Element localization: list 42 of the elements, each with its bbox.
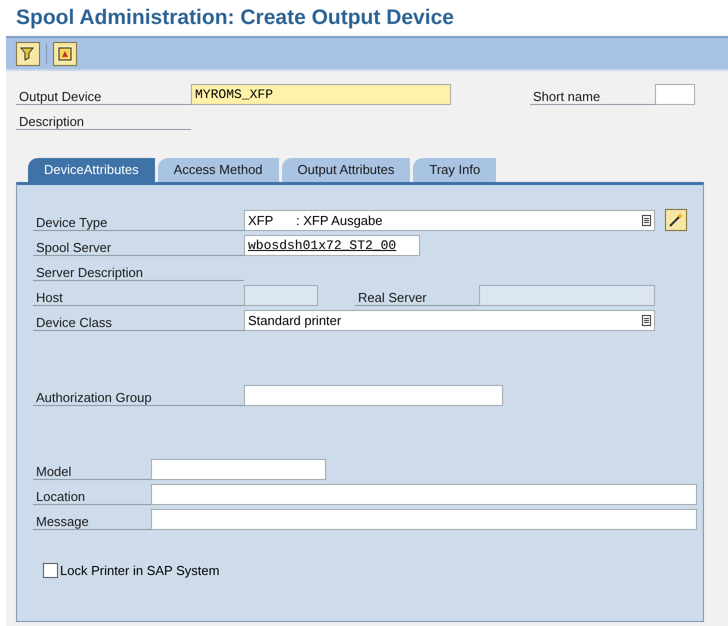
- filter-button[interactable]: [16, 42, 40, 66]
- field-label: Description: [19, 115, 84, 128]
- checkbox[interactable]: [43, 563, 58, 578]
- input-field[interactable]: Standard printer: [244, 310, 655, 331]
- field-value: Standard printer: [248, 312, 342, 330]
- field-label: Server Description: [36, 266, 143, 279]
- funnel-icon: [20, 46, 36, 62]
- list-icon[interactable]: [642, 315, 651, 326]
- magic-wand-icon: [668, 212, 684, 228]
- input-field[interactable]: MYROMS_XFP: [191, 84, 451, 105]
- input-field[interactable]: wbosdsh01x72_ST2_00: [244, 235, 420, 256]
- list-icon[interactable]: [642, 215, 651, 226]
- field-label: Model: [36, 465, 72, 478]
- field-value: XFP: [248, 212, 274, 230]
- field-label: Output Device: [19, 90, 102, 103]
- field-label: Spool Server: [36, 241, 112, 254]
- tab[interactable]: DeviceAttributes: [28, 158, 155, 182]
- field-value: : XFP Ausgabe: [296, 212, 384, 230]
- field-label: Device Class: [36, 316, 112, 329]
- field-label: Short name: [533, 90, 600, 103]
- field-label: Device Type: [36, 216, 108, 229]
- display-button[interactable]: [53, 42, 77, 66]
- field-label: Location: [36, 490, 86, 503]
- page-title: Spool Administration: Create Output Device: [16, 5, 454, 32]
- input-field[interactable]: [151, 459, 326, 480]
- frame-icon: [58, 46, 72, 60]
- input-field[interactable]: XFP : XFP Ausgabe: [244, 210, 655, 231]
- input-field[interactable]: [151, 484, 697, 505]
- tab[interactable]: Access Method: [158, 158, 279, 182]
- field-label: Authorization Group: [36, 391, 152, 404]
- wizard-button[interactable]: [665, 209, 687, 231]
- field-label: Host: [36, 291, 63, 304]
- tab[interactable]: Output Attributes: [282, 158, 410, 182]
- tab[interactable]: Tray Info: [413, 158, 496, 182]
- input-field[interactable]: [151, 509, 697, 530]
- field-label: Real Server: [358, 291, 427, 304]
- input-field[interactable]: [479, 285, 655, 306]
- input-field[interactable]: [244, 385, 503, 406]
- input-field[interactable]: [655, 84, 695, 105]
- input-field[interactable]: [244, 285, 318, 306]
- checkbox-label: Lock Printer in SAP System: [60, 562, 220, 580]
- field-label: Message: [36, 515, 89, 528]
